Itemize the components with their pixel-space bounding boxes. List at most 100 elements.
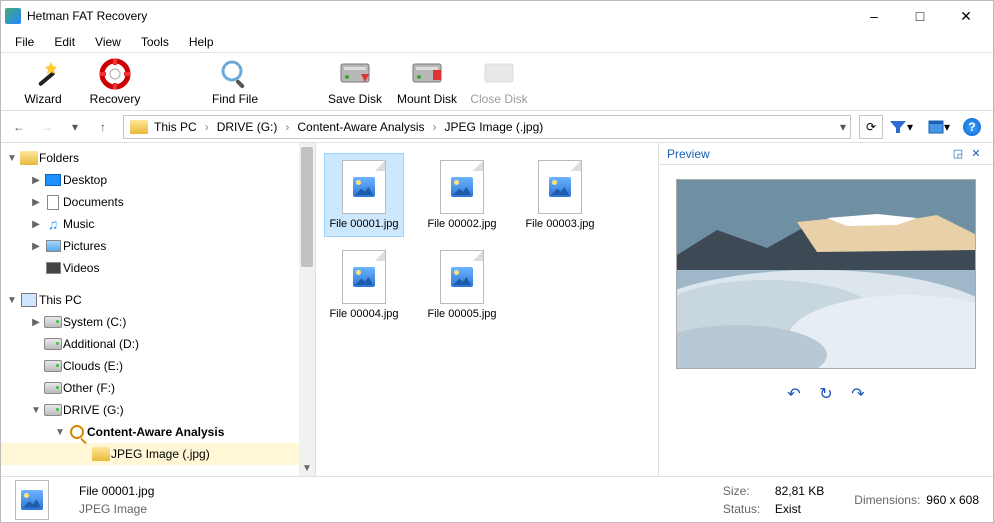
- status-bar: File 00001.jpg JPEG Image Size:82,81 KB …: [1, 476, 993, 522]
- menu-help[interactable]: Help: [181, 33, 222, 51]
- file-page-icon: [342, 160, 386, 214]
- tree-music[interactable]: ▶♫Music: [1, 213, 315, 235]
- collapse-icon[interactable]: ▼: [5, 153, 19, 164]
- disk-close-icon: [483, 58, 515, 90]
- expand-icon[interactable]: ▶: [29, 175, 43, 186]
- crumb-caa[interactable]: Content-Aware Analysis: [295, 120, 426, 134]
- drive-icon: [43, 382, 63, 394]
- wizard-button[interactable]: Wizard: [11, 58, 75, 106]
- back-button[interactable]: ←: [7, 115, 31, 139]
- close-disk-label: Close Disk: [470, 92, 527, 106]
- file-item[interactable]: File 00004.jpg: [324, 243, 404, 327]
- crumb-drive[interactable]: DRIVE (G:): [215, 120, 280, 134]
- expand-icon[interactable]: ▶: [29, 317, 43, 328]
- tree-desktop[interactable]: ▶ Desktop: [1, 169, 315, 191]
- video-icon: [43, 262, 63, 274]
- file-item[interactable]: File 00005.jpg: [422, 243, 502, 327]
- tree-label: Music: [63, 217, 307, 231]
- tree-label: Desktop: [63, 173, 307, 187]
- tree-scrollbar[interactable]: ▲ ▼: [299, 143, 315, 476]
- size-value: 82,81 KB: [775, 484, 824, 498]
- desktop-icon: [43, 174, 63, 186]
- address-dropdown[interactable]: ▾: [840, 120, 846, 134]
- history-dropdown[interactable]: ▾: [63, 115, 87, 139]
- recovery-label: Recovery: [90, 92, 141, 106]
- file-item[interactable]: File 00001.jpg: [324, 153, 404, 237]
- mount-disk-button[interactable]: Mount Disk: [395, 58, 459, 106]
- file-page-icon: [538, 160, 582, 214]
- tree-clouds-e[interactable]: Clouds (E:): [1, 355, 315, 377]
- address-bar[interactable]: This PC› DRIVE (G:)› Content-Aware Analy…: [123, 115, 851, 139]
- refresh-preview-button[interactable]: ↻: [817, 385, 835, 403]
- file-item[interactable]: File 00002.jpg: [422, 153, 502, 237]
- tree-label: DRIVE (G:): [63, 403, 307, 417]
- preview-dock-button[interactable]: ◲: [949, 145, 967, 163]
- tree-jpeg-image[interactable]: JPEG Image (.jpg): [1, 443, 315, 465]
- wizard-label: Wizard: [24, 92, 61, 106]
- main-area: ▼ Folders ▶ Desktop ▶Documents ▶♫Music ▶P…: [1, 143, 993, 476]
- preview-controls: ↶ ↻ ↷: [785, 385, 867, 403]
- preview-close-button[interactable]: ✕: [967, 145, 985, 163]
- maximize-button[interactable]: □: [897, 1, 943, 31]
- scroll-down-icon[interactable]: ▼: [299, 460, 315, 476]
- file-item[interactable]: File 00003.jpg: [520, 153, 600, 237]
- find-file-button[interactable]: Find File: [203, 58, 267, 106]
- save-disk-button[interactable]: Save Disk: [323, 58, 387, 106]
- tree-drive-g[interactable]: ▼ DRIVE (G:): [1, 399, 315, 421]
- status-size-col: Size:82,81 KB Status:Exist: [723, 484, 824, 516]
- image-icon: [451, 177, 473, 197]
- view-button[interactable]: ▾: [925, 120, 953, 134]
- tree-system-c[interactable]: ▶System (C:): [1, 311, 315, 333]
- file-name: File 00003.jpg: [525, 218, 594, 230]
- crumb-jpg[interactable]: JPEG Image (.jpg): [443, 120, 546, 134]
- up-button[interactable]: ↑: [91, 115, 115, 139]
- pc-icon: [19, 293, 39, 307]
- scroll-thumb[interactable]: [301, 147, 313, 267]
- tree-label: Additional (D:): [63, 337, 307, 351]
- tree-label: This PC: [39, 293, 307, 307]
- recovery-button[interactable]: Recovery: [83, 58, 147, 106]
- close-button[interactable]: ✕: [943, 1, 989, 31]
- tree-label: Videos: [63, 261, 307, 275]
- filter-button[interactable]: ▾: [887, 120, 915, 134]
- status-dim-col: Dimensions:960 x 608: [854, 493, 979, 507]
- magnifier-icon: [219, 58, 251, 90]
- tree-this-pc[interactable]: ▼ This PC: [1, 289, 315, 311]
- menu-file[interactable]: File: [7, 33, 42, 51]
- file-page-icon: [440, 160, 484, 214]
- tree-other-f[interactable]: Other (F:): [1, 377, 315, 399]
- menu-edit[interactable]: Edit: [46, 33, 83, 51]
- collapse-icon[interactable]: ▼: [29, 405, 43, 416]
- forward-button: →: [35, 115, 59, 139]
- menu-tools[interactable]: Tools: [133, 33, 177, 51]
- analysis-icon: [67, 425, 87, 439]
- tree-content-aware[interactable]: ▼Content-Aware Analysis: [1, 421, 315, 443]
- minimize-button[interactable]: –: [851, 1, 897, 31]
- folder-tree[interactable]: ▼ Folders ▶ Desktop ▶Documents ▶♫Music ▶P…: [1, 143, 316, 476]
- mount-disk-label: Mount Disk: [397, 92, 457, 106]
- file-page-icon: [440, 250, 484, 304]
- tree-documents[interactable]: ▶Documents: [1, 191, 315, 213]
- refresh-button[interactable]: ⟳: [859, 115, 883, 139]
- crumb-this-pc[interactable]: This PC: [152, 120, 199, 134]
- tree-additional-d[interactable]: Additional (D:): [1, 333, 315, 355]
- tree-pictures[interactable]: ▶Pictures: [1, 235, 315, 257]
- help-button[interactable]: ?: [963, 118, 981, 136]
- rotate-right-button[interactable]: ↷: [849, 385, 867, 403]
- status-filetype: JPEG Image: [79, 502, 693, 516]
- menu-view[interactable]: View: [87, 33, 129, 51]
- tree-folders-root[interactable]: ▼ Folders: [1, 147, 315, 169]
- rotate-left-button[interactable]: ↶: [785, 385, 803, 403]
- tree-videos[interactable]: Videos: [1, 257, 315, 279]
- close-disk-button: Close Disk: [467, 58, 531, 106]
- preview-body: ↶ ↻ ↷: [659, 165, 993, 476]
- expand-icon[interactable]: ▶: [29, 197, 43, 208]
- collapse-icon[interactable]: ▼: [53, 427, 67, 438]
- status-label: Status:: [723, 502, 775, 516]
- toolbar: Wizard Recovery Find File Save Disk Moun…: [1, 53, 993, 111]
- expand-icon[interactable]: ▶: [29, 241, 43, 252]
- preview-image: [676, 179, 976, 369]
- file-list[interactable]: File 00001.jpgFile 00002.jpg File 00003.j…: [316, 143, 658, 476]
- expand-icon[interactable]: ▶: [29, 219, 43, 230]
- collapse-icon[interactable]: ▼: [5, 295, 19, 306]
